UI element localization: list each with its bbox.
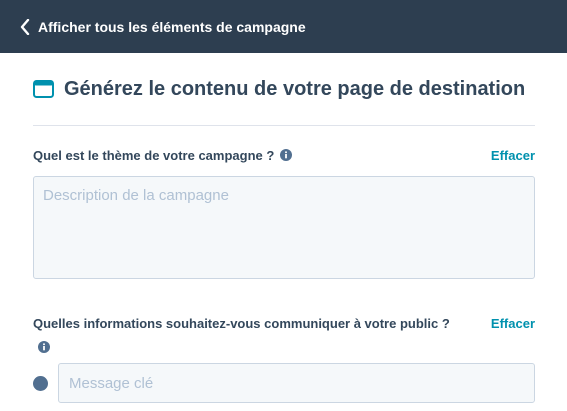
back-to-campaign-assets-link[interactable]: Afficher tous les éléments de campagne [20,18,306,35]
chevron-left-icon [20,18,30,35]
info-icon[interactable] [280,149,293,161]
clear-message-button[interactable]: Effacer [491,316,535,331]
key-message-row [33,363,535,403]
theme-question-row: Quel est le thème de votre campagne ? Ef… [33,146,535,164]
landing-page-content-panel: Générez le contenu de votre page de dest… [33,53,535,403]
campaign-description-input[interactable] [33,176,535,279]
top-bar: Afficher tous les éléments de campagne [0,0,567,53]
panel-heading: Générez le contenu de votre page de dest… [33,53,535,125]
message-question-row: Quelles informations souhaitez-vous comm… [33,314,535,332]
theme-question-label: Quel est le thème de votre campagne ? [33,147,293,163]
browser-window-icon [33,80,54,98]
page-title: Générez le contenu de votre page de dest… [64,77,526,100]
theme-question-text: Quel est le thème de votre campagne ? [33,147,275,163]
back-link-label: Afficher tous les éléments de campagne [38,18,306,35]
message-question-label: Quelles informations souhaitez-vous comm… [33,315,450,331]
info-icon[interactable] [38,340,50,353]
key-message-input[interactable] [58,363,535,403]
key-message-bullet [33,375,48,391]
clear-theme-button[interactable]: Effacer [491,148,535,163]
heading-divider [33,125,535,126]
